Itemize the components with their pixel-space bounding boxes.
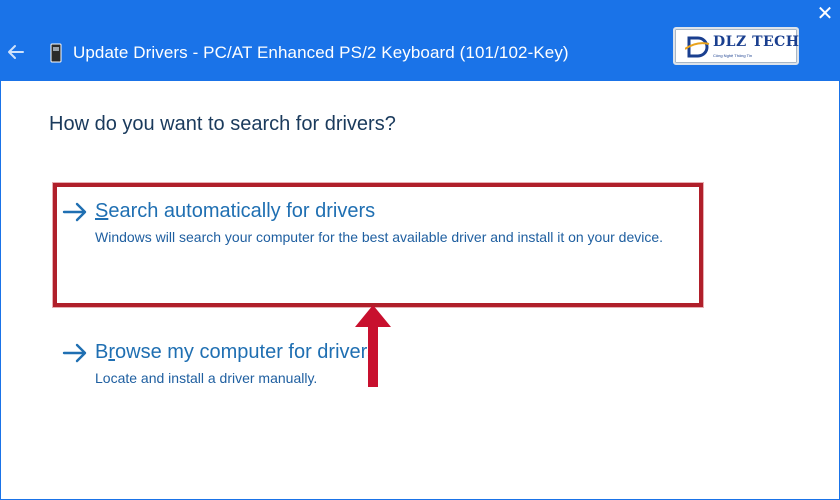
right-arrow-icon bbox=[62, 202, 87, 222]
access-key-letter: r bbox=[108, 341, 116, 363]
back-arrow-icon[interactable] bbox=[5, 41, 27, 63]
keyboard-device-icon bbox=[50, 43, 62, 63]
search-automatically-option[interactable]: Search automatically for drivers Windows… bbox=[53, 183, 703, 307]
callout-up-arrow-icon bbox=[355, 305, 391, 387]
page-question: How do you want to search for drivers? bbox=[49, 113, 396, 135]
title-bar: Update Drivers - PC/AT Enhanced PS/2 Key… bbox=[1, 1, 839, 81]
logo-name: DLZ TECH bbox=[713, 34, 800, 50]
dlz-tech-logo: DLZ TECH Công Nghệ Thông Tin bbox=[673, 27, 799, 65]
logo-tagline: Công Nghệ Thông Tin bbox=[713, 53, 753, 58]
access-key-letter: S bbox=[95, 200, 109, 222]
window-title: Update Drivers - PC/AT Enhanced PS/2 Key… bbox=[73, 43, 569, 62]
option-title-rest: owse my computer for drivers bbox=[115, 341, 378, 363]
search-automatically-title: Search automatically for drivers bbox=[95, 200, 375, 223]
close-button[interactable]: ✕ bbox=[812, 3, 838, 25]
option-title-rest: earch automatically for drivers bbox=[108, 200, 376, 222]
browse-computer-title: Browse my computer for drivers bbox=[95, 341, 377, 364]
right-arrow-icon bbox=[62, 343, 87, 363]
dlz-logo-mark-icon bbox=[685, 36, 710, 58]
search-automatically-description: Windows will search your computer for th… bbox=[95, 229, 664, 245]
option-title-prefix: B bbox=[95, 341, 109, 363]
update-drivers-window: Update Drivers - PC/AT Enhanced PS/2 Key… bbox=[0, 0, 840, 500]
